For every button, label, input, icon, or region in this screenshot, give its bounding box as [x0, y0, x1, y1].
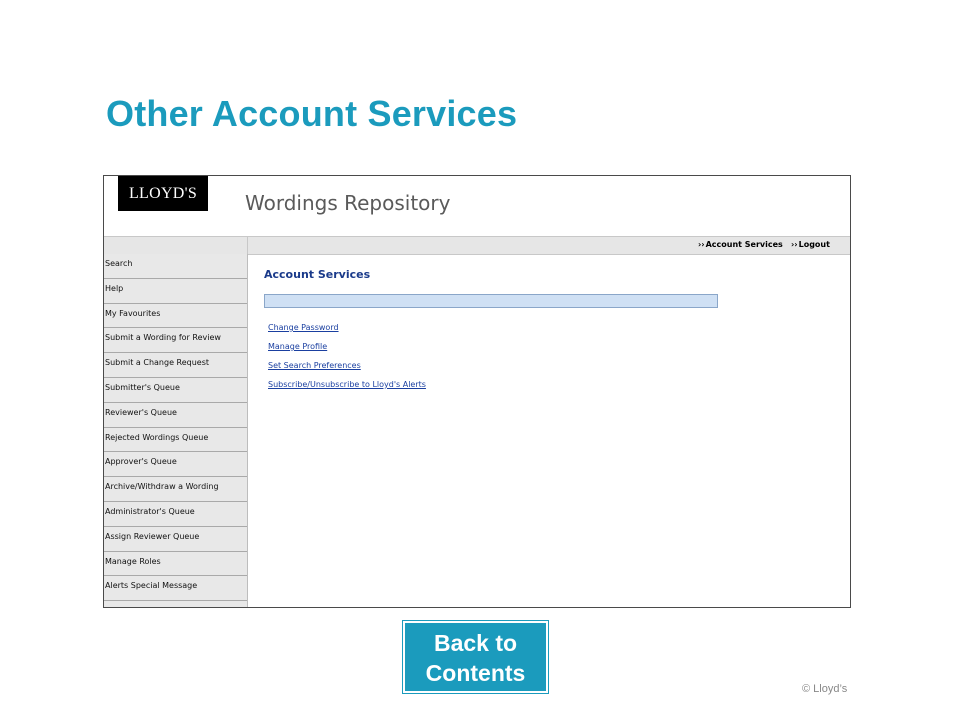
lloyds-logo: LLOYD'S — [118, 176, 208, 211]
sidebar-item-submit-wording[interactable]: Submit a Wording for Review — [104, 328, 247, 354]
nav-account-services-label: Account Services — [705, 240, 783, 249]
sidebar-menu: Search Help My Favourites Submit a Wordi… — [104, 254, 248, 607]
account-services-links: Change Password Manage Profile Set Searc… — [264, 322, 824, 390]
copyright-text: © Lloyd’s — [802, 683, 848, 695]
nav-logout-link[interactable]: ››Logout — [791, 239, 830, 251]
nav-account-services-link[interactable]: ››Account Services — [698, 239, 783, 251]
main-content: Account Services Change Password Manage … — [264, 268, 824, 398]
sidebar-item-search[interactable]: Search — [104, 254, 247, 279]
sidebar-item-archive-withdraw[interactable]: Archive/Withdraw a Wording — [104, 477, 247, 502]
back-to-contents-button[interactable]: Back to Contents — [403, 621, 548, 693]
nav-divider — [247, 237, 248, 254]
app-header: LLOYD'S Wordings Repository — [104, 176, 850, 236]
sidebar-item-administrators-queue[interactable]: Administrator's Queue — [104, 502, 247, 527]
double-chevron-icon: ›› — [698, 240, 705, 249]
sidebar-item-approvers-queue[interactable]: Approver's Queue — [104, 452, 247, 478]
sidebar-item-submitters-queue[interactable]: Submitter's Queue — [104, 378, 247, 403]
sidebar-item-reviewers-queue[interactable]: Reviewer's Queue — [104, 403, 247, 428]
section-header-bar — [264, 294, 718, 308]
set-search-preferences-link[interactable]: Set Search Preferences — [268, 360, 824, 371]
sidebar-item-manage-roles[interactable]: Manage Roles — [104, 552, 247, 577]
sidebar-item-assign-reviewer-queue[interactable]: Assign Reviewer Queue — [104, 527, 247, 552]
content-heading: Account Services — [264, 268, 371, 281]
sidebar-item-alerts-special-message[interactable]: Alerts Special Message — [104, 576, 247, 602]
double-chevron-icon: ›› — [791, 240, 798, 249]
app-screenshot: LLOYD'S Wordings Repository ››Account Se… — [103, 175, 851, 608]
change-password-link[interactable]: Change Password — [268, 322, 824, 333]
sidebar-item-submit-change-request[interactable]: Submit a Change Request — [104, 353, 247, 378]
sidebar-item-help[interactable]: Help — [104, 279, 247, 304]
manage-profile-link[interactable]: Manage Profile — [268, 341, 824, 352]
subscribe-alerts-link[interactable]: Subscribe/Unsubscribe to Lloyd's Alerts — [268, 379, 824, 390]
top-nav-bar: ››Account Services ››Logout — [104, 236, 850, 255]
nav-logout-label: Logout — [798, 240, 830, 249]
sidebar-item-my-favourites[interactable]: My Favourites — [104, 304, 247, 329]
sidebar-item-rejected-wordings-queue[interactable]: Rejected Wordings Queue — [104, 428, 247, 453]
back-to-contents-label: Back to Contents — [425, 630, 526, 686]
app-title: Wordings Repository — [245, 191, 451, 215]
slide-title: Other Account Services — [106, 93, 518, 134]
